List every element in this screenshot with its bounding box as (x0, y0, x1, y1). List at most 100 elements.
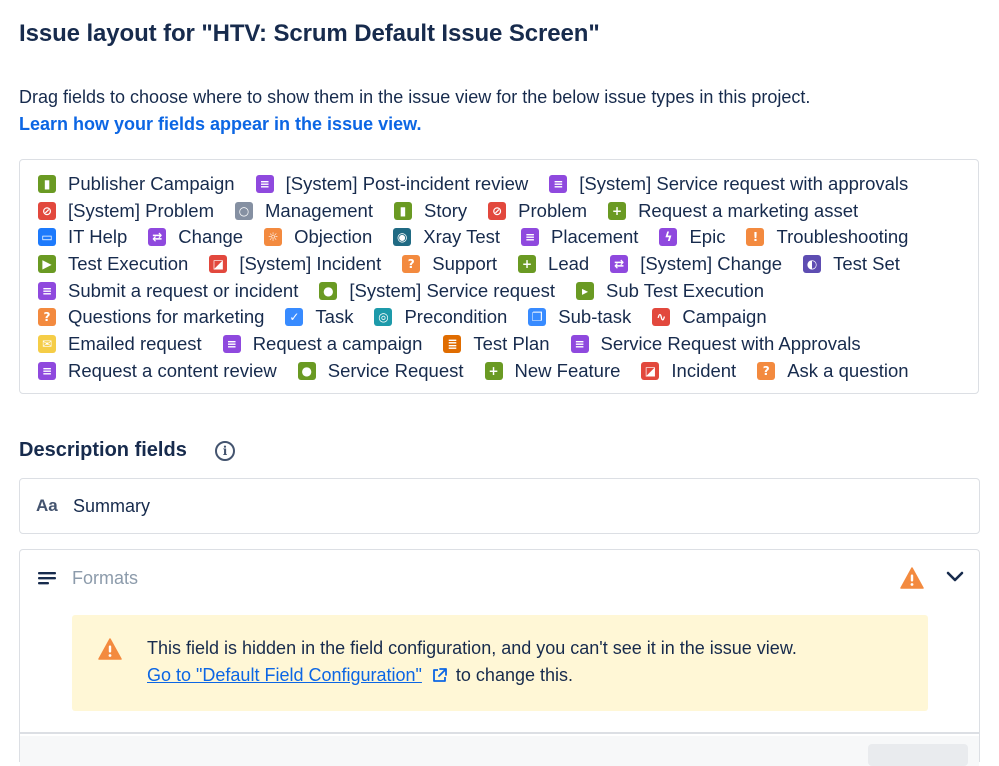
issue-type-item: ≡ Service Request with Approvals (570, 333, 861, 355)
issue-type-row: ? Questions for marketing ✓ Task ◎ Preconditi… (38, 304, 788, 330)
learn-more-link[interactable]: Learn how your fields appear in the issu… (19, 114, 421, 135)
issue-type-item: ○ Management (235, 200, 373, 222)
formats-field-card[interactable]: Formats This field is hidden in the fiel… (19, 549, 980, 766)
issue-type-label: Test Set (833, 253, 900, 274)
issue-type-label: Task (315, 306, 354, 327)
info-icon[interactable]: i (215, 441, 235, 461)
warning-suffix: to change this. (455, 665, 574, 685)
issue-type-item: ≣ Test Plan (443, 333, 550, 355)
issue-type-label: Placement (551, 226, 639, 247)
bookmark-icon: ▮ (38, 175, 56, 193)
issue-type-label: Ask a question (787, 360, 909, 381)
description-fields-heading: Description fields (19, 439, 187, 461)
issue-type-label: New Feature (514, 360, 621, 381)
arrows-icon: ⇄ (610, 255, 629, 273)
issue-type-label: Troubleshooting (776, 226, 909, 247)
issue-type-item: ◎ Precondition (374, 306, 507, 328)
issue-type-label: Service Request with Approvals (600, 333, 861, 354)
issue-type-label: Problem (518, 200, 588, 221)
page-description: Drag fields to choose where to show them… (19, 87, 811, 107)
test-plan-icon: ≣ (443, 335, 462, 353)
issue-type-row: ⊘ [System] Problem ○ Management ▮ Story ⊘ Probl… (38, 198, 879, 224)
issue-type-item: ● Service Request (297, 360, 464, 382)
rich-text-lines-icon (38, 572, 56, 585)
document-icon: ≡ (521, 228, 540, 246)
blocked-icon: ⊘ (488, 202, 507, 220)
issue-type-label: [System] Change (640, 253, 783, 274)
issue-type-label: Sub-task (558, 306, 632, 327)
issue-type-row: ▭ IT Help ⇄ Change ☼ Objection ◉ Xray Test ≡ Plac… (38, 224, 929, 250)
issue-type-row: ▮ Publisher Campaign ≡ [System] Post-incide… (38, 171, 929, 197)
issue-type-label: Incident (671, 360, 737, 381)
lightning-icon: ϟ (659, 228, 678, 246)
monitor-icon: ▭ (38, 228, 56, 246)
issue-type-label: [System] Service request (349, 280, 555, 301)
issue-type-label: [System] Problem (68, 200, 214, 221)
document-icon: ≡ (222, 335, 241, 353)
issue-type-item: ◪ [System] Incident (209, 253, 381, 275)
issue-type-label: Campaign (682, 306, 767, 327)
summary-field-label: Summary (73, 496, 151, 516)
issue-type-label: Epic (689, 226, 726, 247)
issue-type-item: + New Feature (484, 360, 621, 382)
issue-type-item: ? Support (402, 253, 497, 275)
issue-type-label: Objection (294, 226, 373, 247)
chevron-down-icon[interactable] (945, 570, 965, 584)
issue-type-item: ≡ [System] Service request with approvals (549, 173, 908, 195)
precondition-icon: ◎ (374, 308, 393, 326)
page-title: Issue layout for "HTV: Scrum Default Iss… (19, 20, 600, 47)
document-icon: ≡ (38, 282, 56, 300)
issue-type-label: Xray Test (423, 226, 501, 247)
issue-type-label: Request a content review (68, 360, 277, 381)
warning-icon (900, 567, 924, 589)
issue-type-item: ◐ Test Set (803, 253, 900, 275)
question-icon: ? (757, 362, 776, 380)
issue-type-item: ! Troubleshooting (746, 226, 908, 248)
issue-type-item: ⊘ Problem (488, 200, 587, 222)
issue-type-item: ≡ Submit a request or incident (38, 280, 298, 302)
text-field-icon: Aa (36, 496, 58, 515)
next-field-placeholder (868, 744, 968, 766)
issue-type-item: ▮ Story (393, 200, 467, 222)
issue-type-label: Test Plan (473, 333, 550, 354)
issue-type-label: Submit a request or incident (68, 280, 299, 301)
issue-type-item: ⊘ [System] Problem (38, 200, 214, 222)
issue-type-item: ❐ Sub-task (528, 306, 631, 328)
issue-type-label: IT Help (68, 226, 128, 247)
hidden-field-warning: This field is hidden in the field config… (72, 615, 928, 711)
test-set-icon: ◐ (803, 255, 822, 273)
issue-type-label: [System] Incident (239, 253, 382, 274)
exclamation-icon: ! (746, 228, 765, 246)
issue-type-label: Test Execution (68, 253, 189, 274)
issue-type-item: ✉ Emailed request (38, 333, 202, 355)
warning-message: This field is hidden in the field config… (147, 638, 797, 658)
default-field-configuration-link[interactable]: Go to "Default Field Configuration" (147, 665, 422, 686)
chat-icon: ● (297, 362, 316, 380)
chat-icon: ● (319, 282, 338, 300)
plus-icon: + (484, 362, 503, 380)
issue-type-row: ≡ Request a content review ● Service Reques… (38, 358, 930, 384)
issue-type-label: Publisher Campaign (68, 173, 235, 194)
issue-type-item: ≡ Request a content review (38, 360, 277, 382)
issue-type-label: [System] Service request with approvals (579, 173, 909, 194)
issue-type-item: ≡ Request a campaign (222, 333, 423, 355)
subtask-icon: ❐ (528, 308, 547, 326)
issue-type-label: Request a campaign (252, 333, 423, 354)
incident-icon: ◪ (209, 255, 228, 273)
issue-type-label: Precondition (404, 306, 508, 327)
plus-icon: + (608, 202, 627, 220)
target-icon: ◉ (393, 228, 412, 246)
pulse-icon: ∿ (652, 308, 671, 326)
warning-icon (98, 638, 122, 660)
issue-type-label: Support (432, 253, 498, 274)
issue-types-list: ▮ Publisher Campaign ≡ [System] Post-incide… (19, 159, 979, 394)
issue-type-row: ▶ Test Execution ◪ [System] Incident? Suppor… (38, 251, 921, 277)
issue-type-item: ? Questions for marketing (38, 306, 264, 328)
issue-type-item: ◉ Xray Test (393, 226, 500, 248)
summary-field-row[interactable]: Aa Summary (19, 478, 980, 534)
document-icon: ≡ (549, 175, 568, 193)
issue-type-label: Management (265, 200, 373, 221)
arrows-icon: ⇄ (148, 228, 167, 246)
formats-field-label: Formats (72, 568, 139, 588)
question-icon: ? (402, 255, 421, 273)
